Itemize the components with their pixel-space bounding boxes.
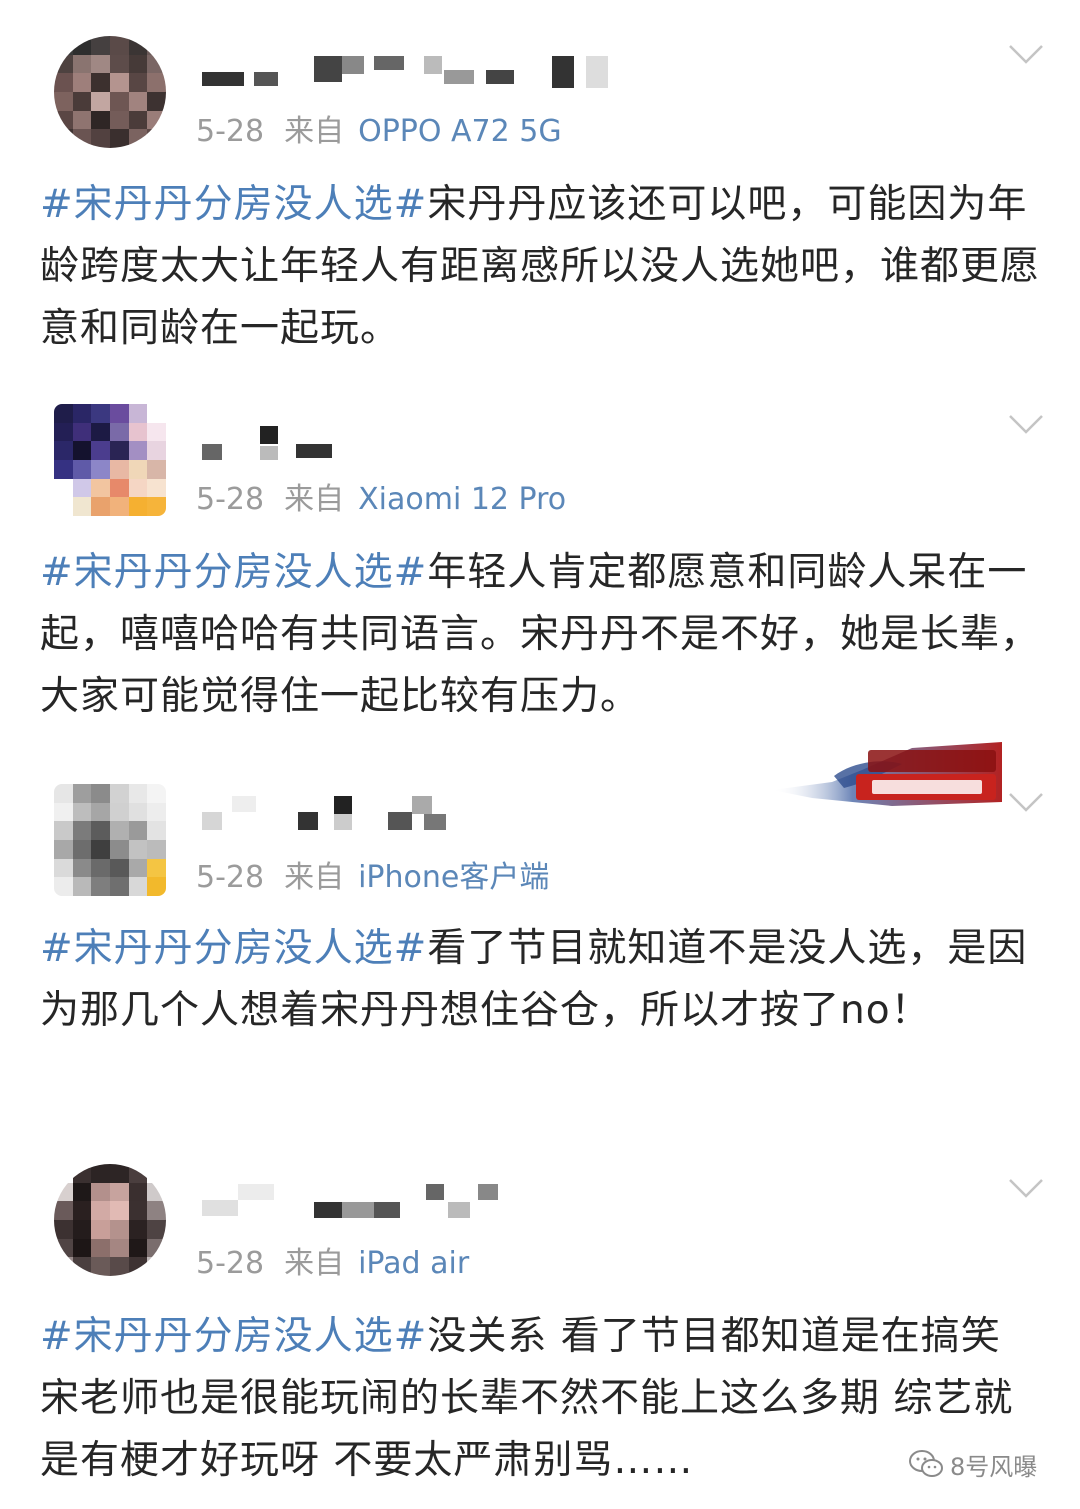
- device-name[interactable]: iPad air: [358, 1246, 469, 1281]
- post-card: 5-28 来自 iPad air #宋丹丹分房没人选#没关系 看了节目都知道是在搞笑…: [0, 0, 1080, 1509]
- post-meta: 5-28 来自 iPad air: [196, 1238, 469, 1282]
- username-blurred[interactable]: [202, 1180, 622, 1220]
- source-label: 来自: [284, 1246, 345, 1281]
- watermark-text: 8号风曝: [950, 1452, 1038, 1481]
- wechat-icon: [909, 1450, 943, 1477]
- chevron-down-icon[interactable]: [1008, 1176, 1044, 1200]
- watermark: 8号风曝: [908, 1442, 1038, 1486]
- post-date: 5-28: [196, 1246, 265, 1281]
- topic-link[interactable]: #宋丹丹分房没人选#: [40, 1314, 427, 1359]
- post-text: #宋丹丹分房没人选#没关系 看了节目都知道是在搞笑 宋老师也是很能玩闹的长辈不然…: [40, 1306, 1040, 1492]
- avatar[interactable]: [54, 1164, 166, 1276]
